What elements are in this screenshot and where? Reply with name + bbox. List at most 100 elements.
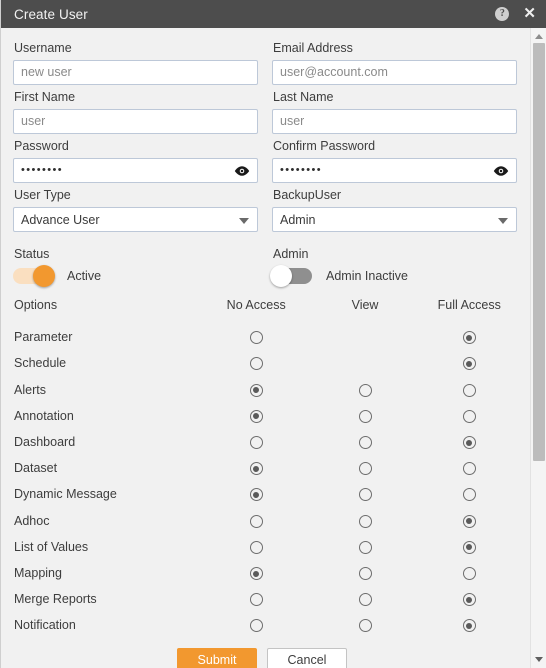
user-type-select[interactable]: Advance User (13, 207, 258, 232)
row-user-type-backup: User Type Advance User BackupUser Admin (13, 183, 517, 232)
permission-cell-no-access (204, 429, 309, 455)
status-label: Status (14, 247, 50, 261)
radio-view[interactable] (358, 409, 372, 423)
scrollbar-thumb[interactable] (533, 43, 545, 461)
permission-option-label: Mapping (14, 565, 62, 580)
row-username-email: Username new user Email Address user@acc… (13, 36, 517, 85)
email-input[interactable]: user@account.com (272, 60, 517, 85)
permissions-head: Options No Access View Full Access (13, 298, 517, 324)
permission-option-label: Dynamic Message (14, 487, 117, 502)
field-admin: Admin Admin Inactive (270, 242, 517, 287)
permission-cell-view (309, 560, 422, 586)
radio-view[interactable] (358, 436, 372, 450)
permission-row: Annotation (13, 403, 517, 429)
radio-no-access[interactable] (249, 567, 263, 581)
radio-view[interactable] (358, 619, 372, 633)
permission-cell-full-access (422, 403, 518, 429)
first-name-input[interactable]: user (13, 109, 258, 134)
help-circle-icon[interactable]: ? (495, 7, 510, 21)
permission-row: List of Values (13, 534, 517, 560)
permission-row: Merge Reports (13, 586, 517, 612)
radio-view[interactable] (358, 488, 372, 502)
eye-icon[interactable] (493, 165, 509, 176)
permission-cell-no-access (204, 586, 309, 612)
username-value: new user (21, 65, 72, 79)
password-input[interactable]: •••••••• (13, 158, 258, 183)
permission-row: Dashboard (13, 429, 517, 455)
radio-no-access[interactable] (249, 383, 263, 397)
permissions-header-row: Options No Access View Full Access (13, 298, 517, 324)
radio-full-access[interactable] (462, 619, 476, 633)
username-input[interactable]: new user (13, 60, 258, 85)
radio-view[interactable] (358, 462, 372, 476)
radio-no-access[interactable] (249, 514, 263, 528)
permission-cell-view (309, 324, 422, 350)
radio-view[interactable] (358, 540, 372, 554)
first-name-label: First Name (14, 90, 76, 104)
radio-view[interactable] (358, 567, 372, 581)
row-first-last-name: First Name user Last Name user (13, 85, 517, 134)
radio-full-access[interactable] (462, 383, 476, 397)
permission-row: Dataset (13, 455, 517, 481)
email-value: user@account.com (280, 65, 388, 79)
radio-full-access[interactable] (462, 488, 476, 502)
admin-state-label: Admin Inactive (326, 269, 408, 283)
permission-cell-view (309, 507, 422, 533)
radio-full-access[interactable] (462, 409, 476, 423)
permission-option-label: Alerts (14, 382, 46, 397)
radio-no-access[interactable] (249, 331, 263, 345)
radio-full-access[interactable] (462, 567, 476, 581)
radio-no-access[interactable] (249, 540, 263, 554)
permission-cell-full-access (422, 612, 518, 638)
header-options: Options (14, 298, 58, 312)
permission-cell-full-access (422, 586, 518, 612)
status-toggle[interactable] (13, 265, 55, 287)
scroll-up-arrow-icon[interactable] (534, 34, 543, 39)
radio-full-access[interactable] (462, 462, 476, 476)
permission-cell-view (309, 481, 422, 507)
username-label: Username (14, 41, 72, 55)
permission-option-label: Merge Reports (14, 592, 97, 607)
radio-view[interactable] (358, 514, 372, 528)
permission-option-label: List of Values (14, 539, 89, 554)
scroll-down-arrow-icon[interactable] (534, 657, 543, 662)
eye-icon[interactable] (234, 165, 250, 176)
submit-button[interactable]: Submit (177, 648, 257, 668)
radio-full-access[interactable] (462, 514, 476, 528)
permission-option-label: Annotation (14, 408, 74, 423)
radio-view[interactable] (358, 593, 372, 607)
permission-row: Alerts (13, 376, 517, 402)
vertical-scrollbar[interactable] (530, 28, 546, 668)
permission-row: Adhoc (13, 507, 517, 533)
close-icon[interactable]: ✕ (523, 6, 536, 21)
cancel-button[interactable]: Cancel (267, 648, 347, 668)
radio-no-access[interactable] (249, 462, 263, 476)
admin-toggle[interactable] (270, 265, 312, 287)
password-label: Password (14, 139, 69, 153)
radio-full-access[interactable] (462, 540, 476, 554)
permission-cell-full-access (422, 534, 518, 560)
permission-cell-full-access (422, 481, 518, 507)
radio-no-access[interactable] (249, 436, 263, 450)
backup-user-select[interactable]: Admin (272, 207, 517, 232)
radio-full-access[interactable] (462, 357, 476, 371)
radio-no-access[interactable] (249, 488, 263, 502)
permission-cell-view (309, 429, 422, 455)
permission-row: Dynamic Message (13, 481, 517, 507)
radio-view[interactable] (358, 383, 372, 397)
radio-no-access[interactable] (249, 409, 263, 423)
confirm-password-input[interactable]: •••••••• (272, 158, 517, 183)
header-no-access: No Access (226, 298, 286, 312)
radio-no-access[interactable] (249, 593, 263, 607)
titlebar-actions: ? ✕ (495, 6, 536, 21)
last-name-label: Last Name (273, 90, 334, 104)
radio-no-access[interactable] (249, 619, 263, 633)
permission-cell-no-access (204, 455, 309, 481)
radio-full-access[interactable] (462, 436, 476, 450)
radio-full-access[interactable] (462, 331, 476, 345)
backup-user-value: Admin (280, 212, 316, 227)
last-name-input[interactable]: user (272, 109, 517, 134)
password-value: •••••••• (21, 164, 64, 176)
radio-full-access[interactable] (462, 593, 476, 607)
radio-no-access[interactable] (249, 357, 263, 371)
